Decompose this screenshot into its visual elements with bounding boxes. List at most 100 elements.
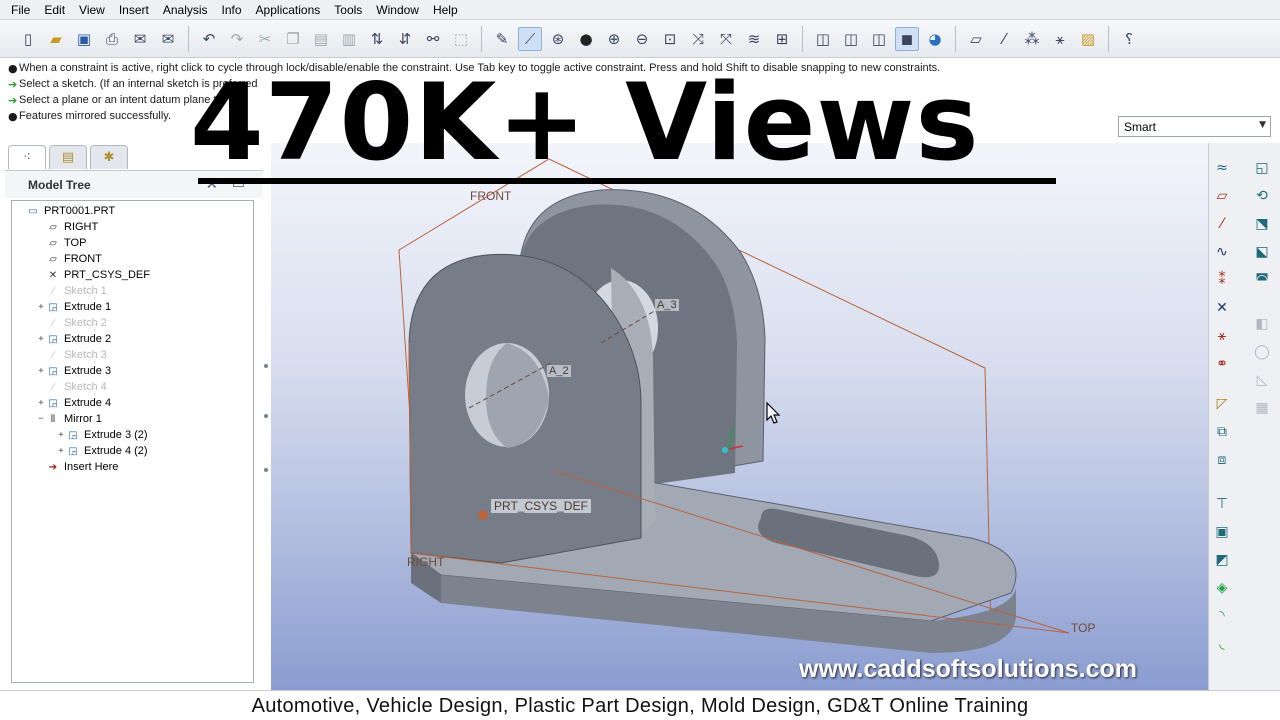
menu-info[interactable]: Info: [215, 3, 249, 17]
datum-plane-display-icon[interactable]: ▱: [964, 27, 988, 51]
panel-sash[interactable]: [262, 318, 270, 513]
menu-analysis[interactable]: Analysis: [156, 3, 215, 17]
blend-icon[interactable]: ⬕: [1251, 241, 1273, 263]
print-icon[interactable]: ⎙: [100, 27, 124, 51]
revolve-tool-icon[interactable]: ⧈: [1211, 449, 1233, 471]
round-icon[interactable]: ◝: [1211, 605, 1233, 627]
axis-a2-label[interactable]: A_2: [547, 365, 571, 377]
graphics-window[interactable]: FRONT A_3 A_2 PRT_CSYS_DEF RIGHT TOP: [271, 143, 1208, 690]
find-icon[interactable]: ⚯: [421, 27, 445, 51]
tree-item[interactable]: ⁄ Sketch 1: [12, 283, 253, 299]
tree-item[interactable]: + ◲ Extrude 3 (2): [12, 427, 253, 443]
menu-tools[interactable]: Tools: [327, 3, 369, 17]
datum-point-icon[interactable]: ⁑: [1211, 269, 1233, 291]
tree-item[interactable]: + ◲ Extrude 4 (2): [12, 443, 253, 459]
revolve-icon[interactable]: ⟲: [1251, 185, 1273, 207]
rib-icon[interactable]: ◺: [1251, 369, 1273, 391]
redo-icon[interactable]: ↷: [225, 27, 249, 51]
menu-window[interactable]: Window: [369, 3, 426, 17]
pattern-icon[interactable]: ▦: [1251, 397, 1273, 419]
tree-item[interactable]: ▭ PRT0001.PRT: [12, 203, 253, 219]
tree-item[interactable]: ▱ FRONT: [12, 251, 253, 267]
menu-edit[interactable]: Edit: [37, 3, 72, 17]
datum-csys-icon[interactable]: ✕: [1211, 297, 1233, 319]
csys-label[interactable]: PRT_CSYS_DEF: [491, 499, 591, 513]
save-icon[interactable]: ▣: [72, 27, 96, 51]
chamfer-icon[interactable]: ◟: [1211, 633, 1233, 655]
datum-plane-tool-icon[interactable]: ▱: [1211, 185, 1233, 207]
send-mail-icon[interactable]: ✉: [128, 27, 152, 51]
sketch-edit-icon[interactable]: ✎: [490, 27, 514, 51]
expand-toggle-icon[interactable]: +: [56, 430, 66, 440]
regenerate-icon[interactable]: ⇅: [365, 27, 389, 51]
shell-icon[interactable]: ◯: [1251, 341, 1273, 363]
tree-item[interactable]: − ⫴ Mirror 1: [12, 411, 253, 427]
select-box-icon[interactable]: ⬚: [449, 27, 473, 51]
reorient-icon[interactable]: ⤨: [686, 27, 710, 51]
point-display-icon[interactable]: ⁂: [1020, 27, 1044, 51]
copy-icon[interactable]: ❐: [281, 27, 305, 51]
boundary-blend-icon[interactable]: ◚: [1251, 269, 1273, 291]
sketch-datum-icon[interactable]: ≈: [1211, 157, 1233, 179]
datum-axis-tool-icon[interactable]: ⁄: [1211, 213, 1233, 235]
expand-toggle-icon[interactable]: +: [36, 366, 46, 376]
tree-item[interactable]: + ◲ Extrude 4: [12, 395, 253, 411]
hole-tool-icon[interactable]: ⊤: [1211, 493, 1233, 515]
tree-item[interactable]: ▱ RIGHT: [12, 219, 253, 235]
tree-item[interactable]: ⁄ Sketch 4: [12, 379, 253, 395]
csys-display-icon[interactable]: ⚹: [1048, 27, 1072, 51]
menu-help[interactable]: Help: [426, 3, 465, 17]
shaded-icon[interactable]: ◼: [895, 26, 919, 51]
selection-filter-dropdown[interactable]: Smart ▼: [1118, 116, 1271, 137]
tree-item[interactable]: ⁄ Sketch 3: [12, 347, 253, 363]
menu-insert[interactable]: Insert: [112, 3, 156, 17]
top-plane-label[interactable]: TOP: [1071, 621, 1095, 635]
hidden-line-icon[interactable]: ◫: [839, 27, 863, 51]
menu-view[interactable]: View: [72, 3, 112, 17]
tree-item[interactable]: + ◲ Extrude 3: [12, 363, 253, 379]
open-folder-icon[interactable]: ▰: [44, 27, 68, 51]
shell-tool-icon[interactable]: ▣: [1211, 521, 1233, 543]
wireframe-icon[interactable]: ◫: [811, 27, 835, 51]
tree-item[interactable]: + ◲ Extrude 1: [12, 299, 253, 315]
datum-curve-icon[interactable]: ∿: [1211, 241, 1233, 263]
tree-item[interactable]: ✕ PRT_CSYS_DEF: [12, 267, 253, 283]
saved-views-icon[interactable]: ⤧: [714, 27, 738, 51]
refit-icon[interactable]: ⊡: [658, 27, 682, 51]
email-link-icon[interactable]: ✉: [156, 27, 180, 51]
regen-manager-icon[interactable]: ⇵: [393, 27, 417, 51]
right-plane-label[interactable]: RIGHT: [407, 555, 444, 569]
new-file-icon[interactable]: ▯: [16, 27, 40, 51]
annotation-display-icon[interactable]: ▨: [1076, 27, 1100, 51]
constraint-icon[interactable]: ⟋: [518, 26, 542, 51]
extrude-tool-icon[interactable]: ⧉: [1211, 421, 1233, 443]
context-help-icon[interactable]: ⸮: [1117, 27, 1141, 51]
expand-toggle-icon[interactable]: +: [36, 398, 46, 408]
expand-toggle-icon[interactable]: −: [36, 414, 46, 424]
tree-item[interactable]: ➔ Insert Here: [12, 459, 253, 475]
layers-icon[interactable]: ≋: [742, 27, 766, 51]
expand-toggle-icon[interactable]: +: [56, 446, 66, 456]
model-tree-tab-icon[interactable]: ⁖: [8, 145, 46, 169]
zoom-in-icon[interactable]: ⊕: [602, 27, 626, 51]
hole-feature-icon[interactable]: ◱: [1251, 157, 1273, 179]
tree-item[interactable]: ▱ TOP: [12, 235, 253, 251]
axis-a3-label[interactable]: A_3: [655, 299, 679, 311]
analysis-datum-icon[interactable]: ⚹: [1211, 325, 1233, 347]
favorites-tab-icon[interactable]: ✱: [90, 145, 128, 169]
cut-icon[interactable]: ✂: [253, 27, 277, 51]
paste-icon[interactable]: ▤: [309, 27, 333, 51]
tree-item[interactable]: ⁄ Sketch 2: [12, 315, 253, 331]
expand-toggle-icon[interactable]: +: [36, 334, 46, 344]
menu-applications[interactable]: Applications: [249, 3, 328, 17]
datum-ref-icon[interactable]: ⚭: [1211, 353, 1233, 375]
shading-sphere-icon[interactable]: ●: [574, 27, 598, 51]
rib-tool-icon[interactable]: ◩: [1211, 549, 1233, 571]
front-plane-label[interactable]: FRONT: [470, 189, 511, 203]
style-icon[interactable]: ◧: [1251, 313, 1273, 335]
undo-icon[interactable]: ↶: [197, 27, 221, 51]
view-manager-icon[interactable]: ⊞: [770, 27, 794, 51]
expand-toggle-icon[interactable]: +: [36, 302, 46, 312]
menu-file[interactable]: File: [4, 3, 37, 17]
datum-axis-display-icon[interactable]: ⁄: [992, 27, 1016, 51]
